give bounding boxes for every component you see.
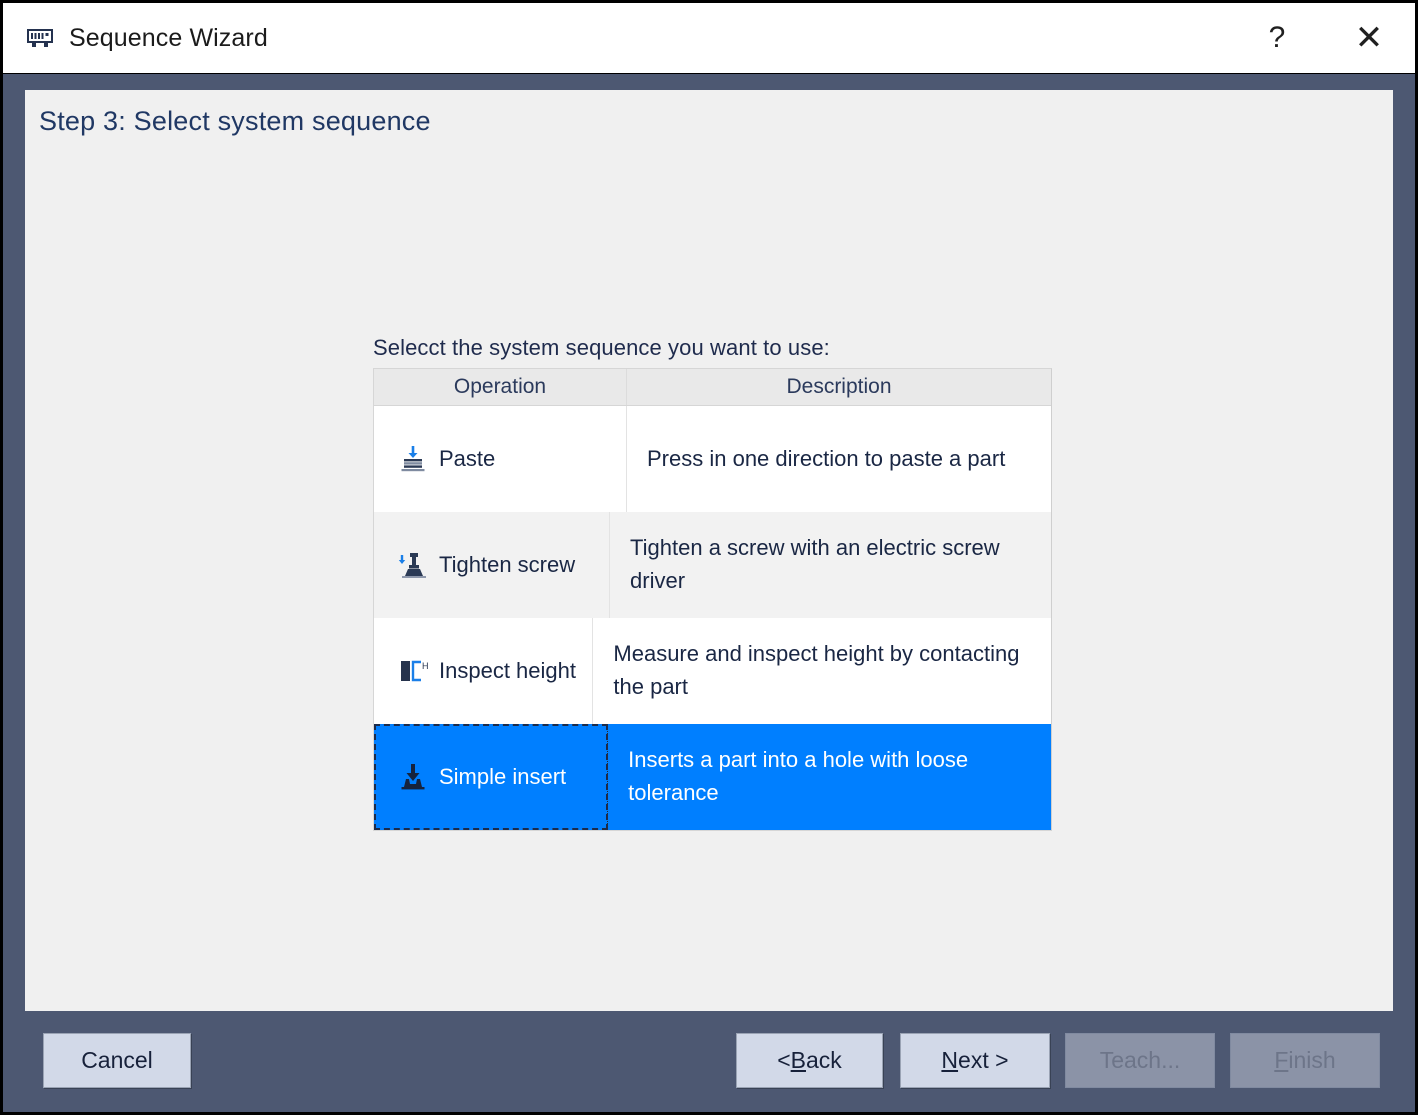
table-row-selected[interactable]: Simple insert Inserts a part into a hole…	[374, 724, 1051, 830]
description-text: Measure and inspect height by contacting…	[613, 638, 1029, 703]
table-row[interactable]: H Inspect height Measure and inspect hei…	[374, 618, 1051, 724]
operation-label: Tighten screw	[439, 552, 575, 578]
back-button-label: ack	[806, 1047, 842, 1074]
description-text: Tighten a screw with an electric screw d…	[630, 532, 1029, 597]
next-button[interactable]: Next >	[900, 1033, 1050, 1088]
column-header-operation[interactable]: Operation	[374, 369, 627, 405]
cell-description[interactable]: Measure and inspect height by contacting…	[593, 618, 1051, 724]
operation-label: Paste	[439, 446, 495, 472]
table-row[interactable]: Paste Press in one direction to paste a …	[374, 406, 1051, 512]
column-header-description[interactable]: Description	[627, 369, 1051, 405]
description-text: Press in one direction to paste a part	[647, 443, 1005, 476]
window-title: Sequence Wizard	[69, 24, 268, 53]
back-button-accelerator: B	[791, 1047, 806, 1074]
cancel-button[interactable]: Cancel	[43, 1033, 191, 1088]
question-mark-icon: ?	[1269, 23, 1286, 53]
page-title: Step 3: Select system sequence	[39, 106, 431, 137]
paste-press-icon	[396, 442, 430, 476]
table-caption: Selecct the system sequence you want to …	[373, 335, 1053, 361]
memory-module-icon	[25, 23, 55, 53]
footer-bar: Cancel < Back Next > Teach... Finish	[3, 1011, 1415, 1112]
cell-description[interactable]: Inserts a part into a hole with loose to…	[608, 724, 1051, 830]
cell-operation[interactable]: H Inspect height	[374, 618, 593, 724]
back-button-prefix: <	[777, 1047, 790, 1074]
next-button-accelerator: N	[941, 1047, 958, 1074]
finish-button-accelerator: F	[1274, 1047, 1288, 1074]
cell-operation[interactable]: Simple insert	[374, 724, 608, 830]
cell-operation[interactable]: Tighten screw	[374, 512, 610, 618]
simple-insert-icon	[396, 760, 430, 794]
close-button[interactable]: ✕	[1323, 4, 1415, 72]
sequence-selector: Selecct the system sequence you want to …	[373, 335, 1053, 831]
sequence-table[interactable]: Operation Description	[373, 368, 1052, 831]
help-button[interactable]: ?	[1231, 4, 1323, 72]
table-header-row: Operation Description	[374, 369, 1051, 406]
content-pane: Step 3: Select system sequence Selecct t…	[25, 90, 1393, 1016]
tighten-screw-icon	[396, 548, 430, 582]
title-bar: Sequence Wizard ? ✕	[3, 3, 1415, 74]
table-row[interactable]: Tighten screw Tighten a screw with an el…	[374, 512, 1051, 618]
cell-description[interactable]: Press in one direction to paste a part	[627, 406, 1051, 512]
description-text: Inserts a part into a hole with loose to…	[628, 744, 1029, 809]
close-icon: ✕	[1355, 21, 1384, 55]
back-button[interactable]: < Back	[736, 1033, 883, 1088]
svg-text:H: H	[422, 661, 428, 671]
teach-button: Teach...	[1065, 1033, 1215, 1088]
finish-button-label: inish	[1288, 1047, 1335, 1074]
inspect-height-icon: H	[396, 654, 430, 688]
cancel-button-label: Cancel	[81, 1047, 153, 1074]
window-body: Step 3: Select system sequence Selecct t…	[3, 74, 1415, 1112]
operation-label: Inspect height	[439, 658, 576, 684]
cell-operation[interactable]: Paste	[374, 406, 627, 512]
next-button-label: ext >	[958, 1047, 1009, 1074]
cell-description[interactable]: Tighten a screw with an electric screw d…	[610, 512, 1051, 618]
operation-label: Simple insert	[439, 764, 566, 790]
teach-button-label: Teach...	[1100, 1047, 1181, 1074]
sequence-wizard-window: Sequence Wizard ? ✕ Step 3: Select syste…	[0, 0, 1418, 1115]
finish-button: Finish	[1230, 1033, 1380, 1088]
